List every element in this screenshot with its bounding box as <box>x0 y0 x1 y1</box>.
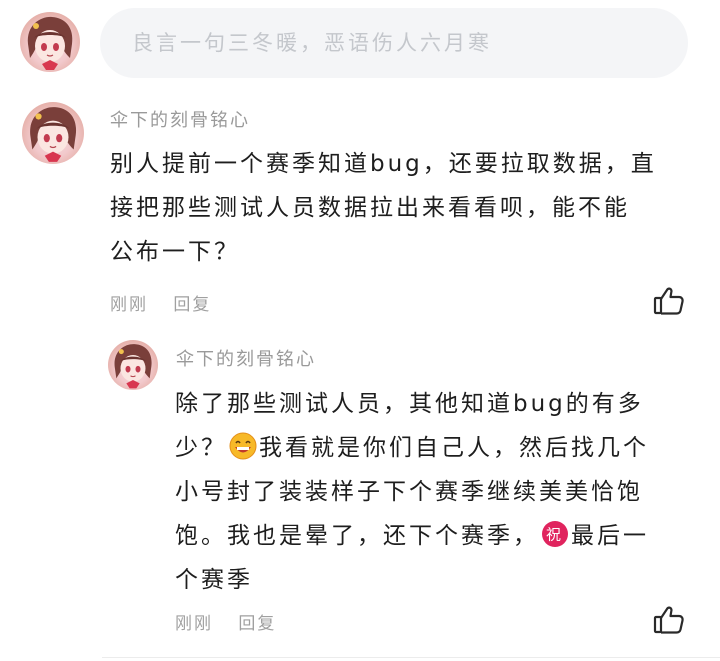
comment-text-segment: 我看就是你们自己人，然后找几个 <box>259 435 649 461</box>
comment-input[interactable] <box>130 30 688 56</box>
comment-line: 别人提前一个赛季知道bug，还要拉取数据，直 <box>110 151 657 177</box>
divider <box>102 657 720 658</box>
comment-time: 刚刚 <box>110 295 148 315</box>
comment-line: 少？ 我看就是你们自己人，然后找几个 <box>175 426 649 470</box>
reply-button[interactable]: 回复 <box>173 295 211 315</box>
reply-button[interactable]: 回复 <box>238 614 276 634</box>
comment-meta: 刚刚 回复 <box>110 290 229 315</box>
comment-text-segment: 最后一 <box>571 523 649 549</box>
comment-time: 刚刚 <box>175 614 213 634</box>
comment-line: 饱。我也是晕了，还下个赛季， 祝最后一 <box>175 514 649 558</box>
congratulations-emoji: 祝 <box>541 520 569 548</box>
comment-line: 除了那些测试人员，其他知道bug的有多 <box>175 391 644 417</box>
comment-line: 公布一下？ <box>110 239 240 265</box>
comment-text-segment: 饱。我也是晕了，还下个赛季， <box>175 523 539 549</box>
thumbs-up-icon[interactable] <box>652 284 686 318</box>
svg-text:祝: 祝 <box>546 526 564 544</box>
commenter-avatar[interactable] <box>108 340 158 390</box>
comment-text: 别人提前一个赛季知道bug，还要拉取数据，直 接把那些测试人员数据拉出来看看呗，… <box>110 142 657 274</box>
comment-line: 小号封了装装样子下个赛季继续美美恰饱 <box>175 479 643 505</box>
current-user-avatar[interactable] <box>20 12 80 72</box>
comment-text: 除了那些测试人员，其他知道bug的有多 少？ 我看就是你们自己人，然后找几个 小号… <box>175 382 649 602</box>
comment-line: 个赛季 <box>175 567 253 593</box>
comment-meta: 刚刚 回复 <box>175 609 294 634</box>
commenter-avatar[interactable] <box>22 102 84 164</box>
commenter-username[interactable]: 伞下的刻骨铭心 <box>110 106 250 132</box>
commenter-username[interactable]: 伞下的刻骨铭心 <box>176 345 316 371</box>
comment-input-box[interactable] <box>100 8 688 78</box>
comment-text-segment: 少？ <box>175 435 227 461</box>
comment-line: 接把那些测试人员数据拉出来看看呗，能不能 <box>110 195 630 221</box>
thumbs-up-icon[interactable] <box>652 603 686 637</box>
grinning-face-emoji <box>229 432 257 460</box>
